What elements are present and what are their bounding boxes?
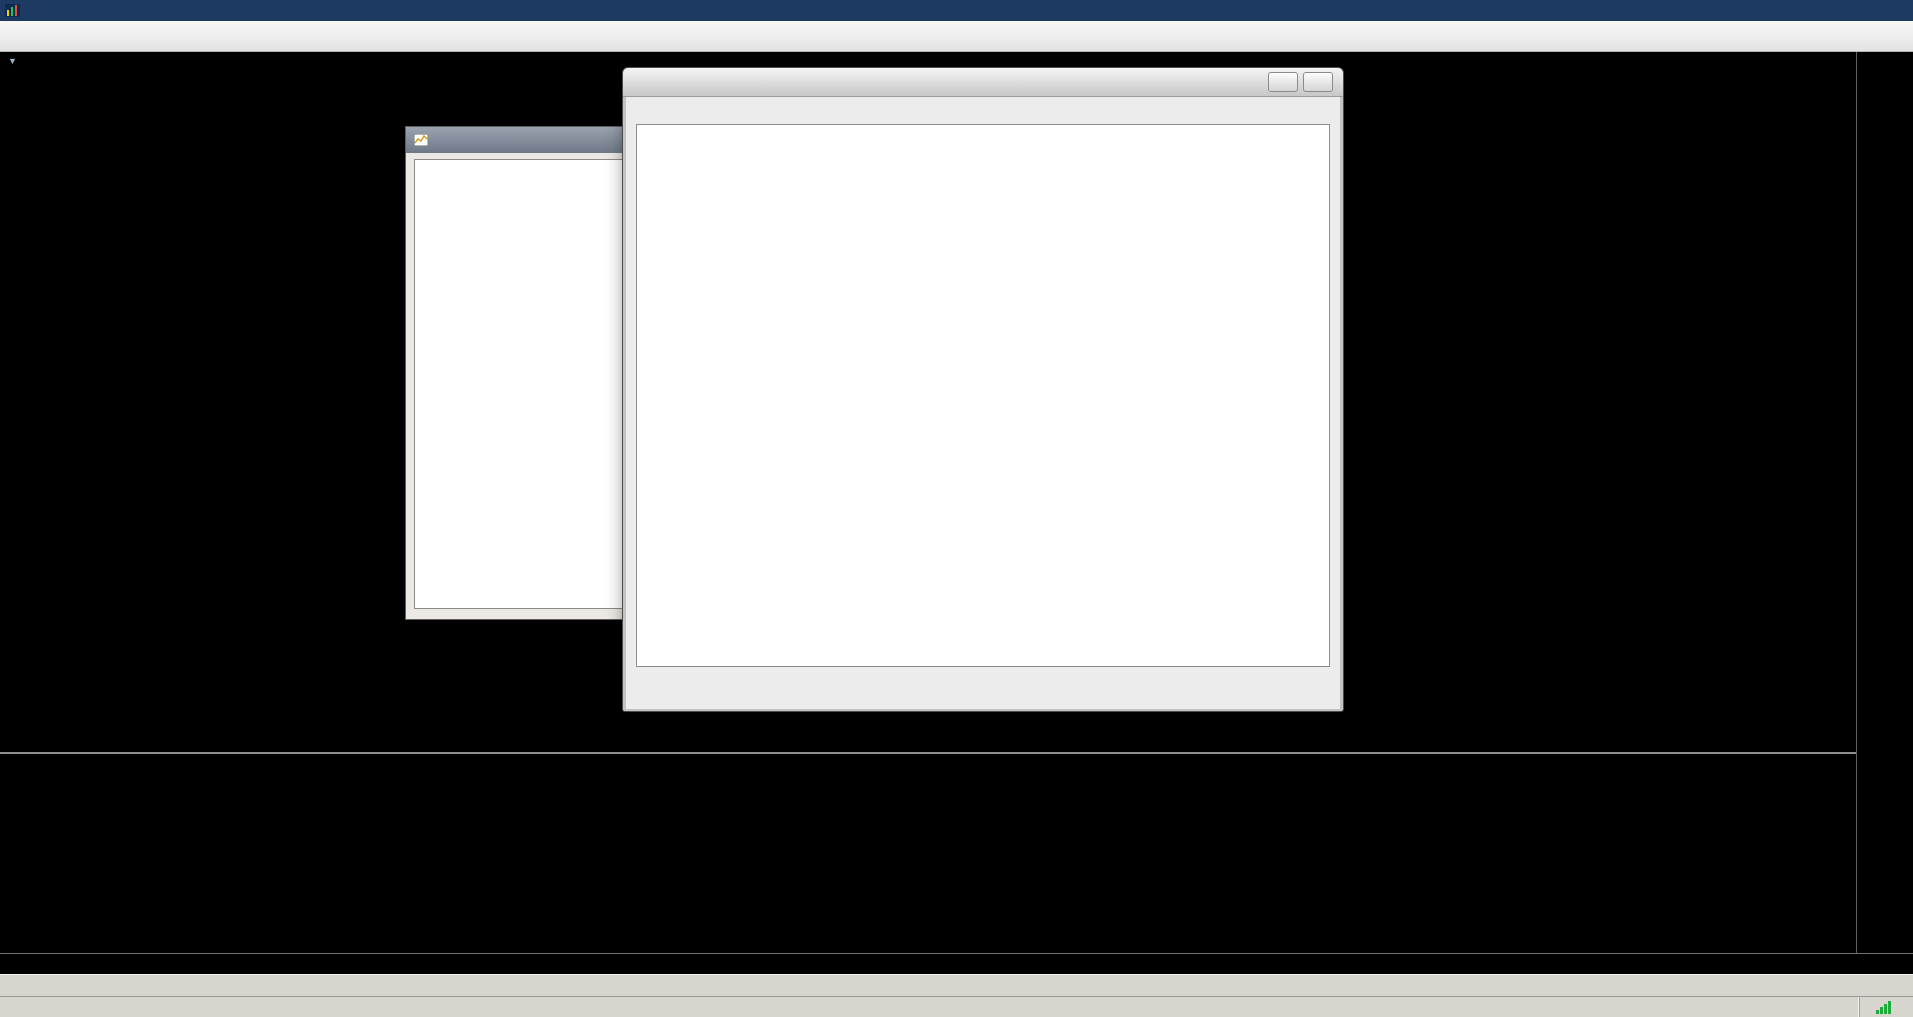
close-icon[interactable] bbox=[1303, 72, 1333, 92]
connection-signal-icon bbox=[1876, 1001, 1891, 1014]
properties-dialog-titlebar[interactable] bbox=[623, 68, 1343, 97]
toolbar bbox=[0, 21, 1913, 52]
properties-tab-page bbox=[636, 124, 1330, 667]
menu-bar bbox=[0, 0, 1913, 21]
indicator-properties-dialog bbox=[622, 67, 1344, 712]
indicator-histogram bbox=[0, 754, 1856, 953]
symbol-label: ▼ bbox=[8, 56, 22, 66]
properties-dialog-body bbox=[626, 97, 1340, 709]
status-traffic bbox=[1859, 997, 1913, 1017]
price-scale[interactable] bbox=[1856, 51, 1913, 953]
properties-dialog-title-buttons bbox=[1268, 72, 1333, 92]
app-icon bbox=[5, 4, 20, 17]
indicator-pane[interactable] bbox=[0, 754, 1856, 953]
mt4-application-window: ▼ bbox=[0, 0, 1913, 1017]
one-click-trading-collapse-icon[interactable]: ▼ bbox=[8, 56, 17, 66]
indicators-dialog-icon bbox=[414, 134, 428, 146]
help-button[interactable] bbox=[1268, 72, 1298, 92]
status-bar bbox=[0, 996, 1913, 1017]
chart-tab-bar bbox=[0, 974, 1913, 997]
time-axis[interactable] bbox=[0, 953, 1913, 975]
